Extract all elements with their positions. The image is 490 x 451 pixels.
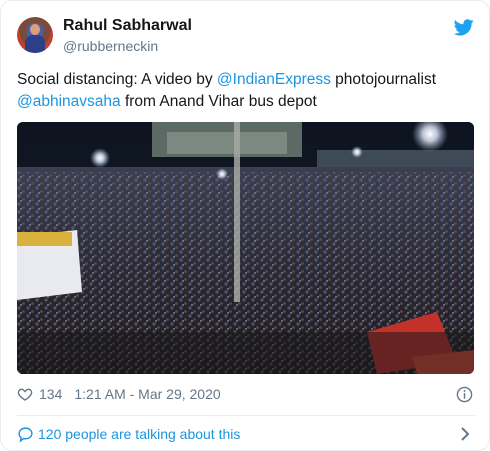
avatar[interactable]	[17, 17, 53, 53]
conversation-label[interactable]: 120 people are talking about this	[38, 426, 240, 442]
video-thumbnail[interactable]	[17, 122, 474, 374]
mention-abhinavsaha[interactable]: @abhinavsaha	[17, 93, 121, 110]
info-icon[interactable]	[456, 386, 473, 403]
author-handle[interactable]: @rubberneckin	[63, 38, 158, 54]
author-name[interactable]: Rahul Sabharwal	[63, 17, 192, 35]
tweet-text-part: from Anand Vihar bus depot	[120, 93, 317, 110]
tweet-text: Social distancing: A video by @IndianExp…	[17, 69, 477, 113]
speech-bubble-icon	[18, 426, 33, 443]
conversation-link[interactable]: 120 people are talking about this	[17, 425, 240, 443]
heart-icon[interactable]	[17, 386, 33, 402]
tweet-text-part: Social distancing: A video by	[17, 71, 217, 88]
tweet-card: Rahul Sabharwal @rubberneckin Social dis…	[0, 0, 490, 451]
tweet-timestamp[interactable]: 1:21 AM - Mar 29, 2020	[74, 386, 220, 402]
tweet-stats: 134 1:21 AM - Mar 29, 2020	[17, 385, 221, 403]
crowd-scene-image	[17, 122, 474, 374]
chevron-right-icon[interactable]	[459, 426, 471, 442]
twitter-bird-icon[interactable]	[454, 19, 474, 36]
like-count[interactable]: 134	[39, 386, 62, 402]
avatar-head	[30, 24, 40, 35]
divider	[17, 415, 475, 416]
tweet-text-part: photojournalist	[330, 71, 436, 88]
mention-indianexpress[interactable]: @IndianExpress	[217, 71, 331, 88]
avatar-body	[25, 35, 45, 53]
